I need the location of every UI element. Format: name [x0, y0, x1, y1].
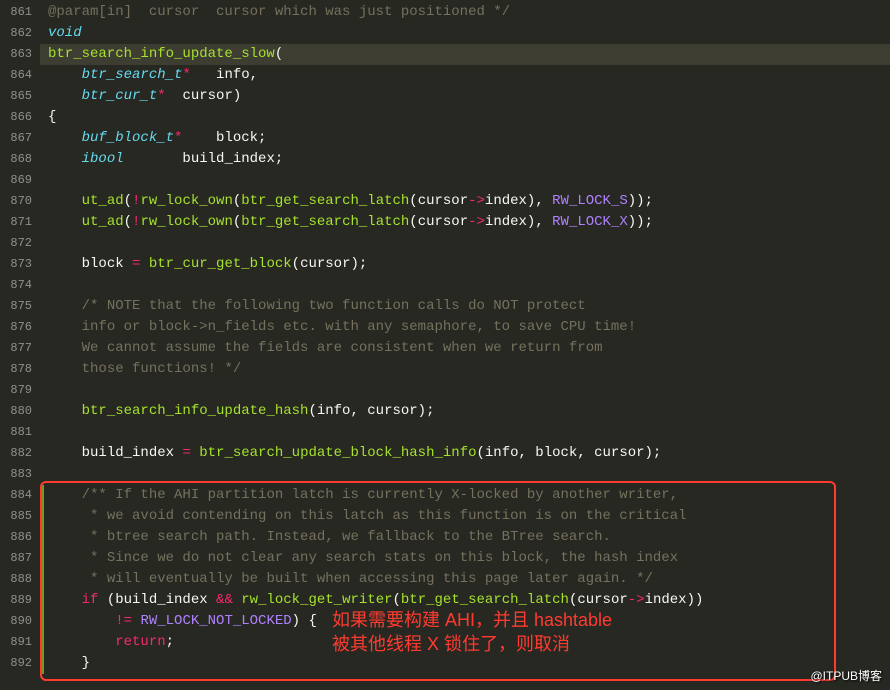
line-number: 886 — [0, 527, 40, 548]
line-number: 879 — [0, 380, 40, 401]
code-line — [48, 233, 890, 254]
code-line: /** If the AHI partition latch is curren… — [48, 485, 890, 506]
change-marker — [42, 527, 44, 548]
code-line: return; — [48, 632, 890, 653]
line-number: 868 — [0, 149, 40, 170]
code-line — [48, 275, 890, 296]
line-number: 866 — [0, 107, 40, 128]
code-line: buf_block_t* block; — [48, 128, 890, 149]
code-line: * will eventually be built when accessin… — [48, 569, 890, 590]
line-number: 867 — [0, 128, 40, 149]
change-marker — [42, 506, 44, 527]
line-number: 883 — [0, 464, 40, 485]
code-line — [48, 464, 890, 485]
code-line — [48, 422, 890, 443]
code-line — [48, 380, 890, 401]
code-line: btr_cur_t* cursor) — [48, 86, 890, 107]
line-number: 885 — [0, 506, 40, 527]
line-number: 880 — [0, 401, 40, 422]
code-line: * we avoid contending on this latch as t… — [48, 506, 890, 527]
line-number: 862 — [0, 23, 40, 44]
line-number: 872 — [0, 233, 40, 254]
change-marker — [42, 611, 44, 632]
code-line: if (build_index && rw_lock_get_writer(bt… — [48, 590, 890, 611]
change-marker — [42, 548, 44, 569]
change-marker — [42, 485, 44, 506]
line-number: 888 — [0, 569, 40, 590]
line-number-gutter: 8618628638648658668678688698708718728738… — [0, 0, 40, 690]
line-number: 874 — [0, 275, 40, 296]
line-number: 873 — [0, 254, 40, 275]
line-number: 876 — [0, 317, 40, 338]
code-line: != RW_LOCK_NOT_LOCKED) { — [48, 611, 890, 632]
code-line: ut_ad(!rw_lock_own(btr_get_search_latch(… — [48, 191, 890, 212]
code-line: } — [48, 653, 890, 674]
line-number: 892 — [0, 653, 40, 674]
code-line: void — [48, 23, 890, 44]
change-marker — [42, 653, 44, 674]
line-number: 878 — [0, 359, 40, 380]
line-number: 887 — [0, 548, 40, 569]
line-number: 891 — [0, 632, 40, 653]
line-number: 864 — [0, 65, 40, 86]
code-line: btr_search_t* info, — [48, 65, 890, 86]
line-number: 875 — [0, 296, 40, 317]
code-line: build_index = btr_search_update_block_ha… — [48, 443, 890, 464]
code-editor[interactable]: 8618628638648658668678688698708718728738… — [0, 0, 890, 690]
line-number: 871 — [0, 212, 40, 233]
line-number: 889 — [0, 590, 40, 611]
line-number: 861 — [0, 2, 40, 23]
line-number: 884 — [0, 485, 40, 506]
code-line: @param[in] cursor cursor which was just … — [48, 2, 890, 23]
code-line: ibool build_index; — [48, 149, 890, 170]
code-line: btr_search_info_update_slow( — [40, 44, 890, 65]
code-content[interactable]: @param[in] cursor cursor which was just … — [40, 0, 890, 690]
code-line: * Since we do not clear any search stats… — [48, 548, 890, 569]
line-number: 890 — [0, 611, 40, 632]
change-marker — [42, 590, 44, 611]
code-line: info or block->n_fields etc. with any se… — [48, 317, 890, 338]
code-line: { — [48, 107, 890, 128]
code-line — [48, 170, 890, 191]
code-line: /* NOTE that the following two function … — [48, 296, 890, 317]
code-line: those functions! */ — [48, 359, 890, 380]
change-marker — [42, 632, 44, 653]
code-line: * btree search path. Instead, we fallbac… — [48, 527, 890, 548]
line-number: 869 — [0, 170, 40, 191]
line-number: 881 — [0, 422, 40, 443]
line-number: 865 — [0, 86, 40, 107]
change-marker — [42, 569, 44, 590]
code-line: ut_ad(!rw_lock_own(btr_get_search_latch(… — [48, 212, 890, 233]
line-number: 870 — [0, 191, 40, 212]
code-line: We cannot assume the fields are consiste… — [48, 338, 890, 359]
code-line: btr_search_info_update_hash(info, cursor… — [48, 401, 890, 422]
line-number: 863 — [0, 44, 40, 65]
watermark: @ITPUB博客 — [810, 667, 882, 684]
line-number: 877 — [0, 338, 40, 359]
line-number: 882 — [0, 443, 40, 464]
code-line: block = btr_cur_get_block(cursor); — [48, 254, 890, 275]
